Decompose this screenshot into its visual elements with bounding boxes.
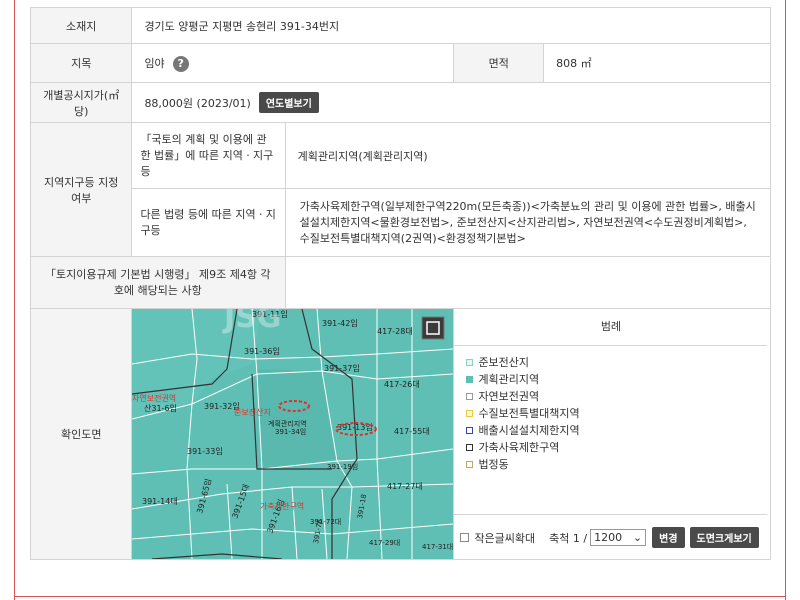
parcel-label: 391-33임 <box>187 447 223 456</box>
legend-title: 범례 <box>454 309 768 346</box>
row-official-price: 개별공시지가(㎡당) 88,000원 (2023/01) 연도별보기 <box>29 82 771 123</box>
national-law-label: 「국토의 계획 및 이용에 관한 법률」에 따른 지역ㆍ지구등 <box>131 122 286 189</box>
legend-item-label: 법정동 <box>478 458 509 471</box>
watermark: JSG <box>222 309 281 335</box>
row-enforcement: 「토지이용규제 기본법 시행령」 제9조 제4항 각 호에 해당되는 사항 <box>30 256 772 309</box>
zoom-button[interactable] <box>421 316 445 340</box>
parcel-label: 417-28대 <box>377 327 413 336</box>
legend-item-label: 준보전산지 <box>478 356 530 369</box>
enlarge-text-label: 작은글씨확대 <box>474 531 536 545</box>
row-zoning-other: 다른 법령 등에 따른 지역ㆍ지구등 가축사육제한구역(일부제한구역220m(모… <box>31 188 772 257</box>
parcel-label: 417-31대 <box>422 543 453 551</box>
legend-swatch <box>466 359 474 366</box>
other-law-value: 가축사육제한구역(일부제한구역220m(모든축종))<가축분뇨의 관리 및 이용… <box>284 188 772 257</box>
yearly-view-button[interactable]: 연도별보기 <box>258 92 319 113</box>
change-button[interactable]: 변경 <box>652 527 685 548</box>
scale-label: 축척 1 / <box>549 531 588 545</box>
legend-item-label: 자연보전권역 <box>478 390 540 403</box>
zone-label-nature-preservation: 자연보전권역 <box>132 393 176 403</box>
enlarge-text-checkbox[interactable] <box>460 533 470 542</box>
row-land-category: 지목 임야? 면적 808 ㎡ <box>29 43 771 83</box>
land-category-cell: 임야? <box>131 43 455 83</box>
legend-item-label: 수질보전특별대책지역 <box>478 407 580 420</box>
row-zoning-national: 지역지구등 지정여부 「국토의 계획 및 이용에 관한 법률」에 따른 지역ㆍ지… <box>29 122 772 257</box>
parcel-label: 417-27대 <box>387 482 423 491</box>
row-location: 소재지 경기도 양평군 지평면 송현리 391-34번지 <box>29 7 771 44</box>
legend-swatch <box>466 376 474 383</box>
row-map: 확인도면 391-11임 391-42임 417-28대 391-36임 391… <box>29 308 771 560</box>
legend-swatch <box>466 393 474 400</box>
parcel-label: 417-29대 <box>369 539 400 547</box>
scale-select-value: 1200 <box>594 531 623 544</box>
parcel-label: 391-19임 <box>327 463 358 471</box>
legend-swatch <box>466 410 474 417</box>
parcel-label: 417-55대 <box>394 427 430 436</box>
map-controls: 작은글씨확대 축척 1 / 1200 ⌄ 변경 도면크게보기 <box>454 514 768 560</box>
official-price-label: 개별공시지가(㎡당) <box>29 82 133 123</box>
zone-label-semi-forest: 준보전산지 <box>234 407 271 417</box>
frame-bottom-line <box>14 596 786 597</box>
legend-list: 준보전산지 계획관리지역 자연보전권역 수질보전특별대책지역 배출시설설치제한지… <box>454 346 767 473</box>
legend-cell: 범례 준보전산지 계획관리지역 자연보전권역 수질보전특별대책지역 배출시설설치… <box>453 308 771 560</box>
parcel-label: 391-36임 <box>244 347 280 356</box>
scale-select[interactable]: 1200 ⌄ <box>590 529 647 546</box>
legend-item: 준보전산지 <box>466 354 767 371</box>
zone-label-planning: 계획관리지역 <box>268 419 307 428</box>
legend-item: 수질보전특별대책지역 <box>466 405 767 422</box>
legend-item: 가축사육제한구역 <box>466 439 767 456</box>
national-law-value: 계획관리지역(계획관리지역) <box>284 122 772 189</box>
legend-item: 자연보전권역 <box>466 388 767 405</box>
legend-panel: 범례 준보전산지 계획관리지역 자연보전권역 수질보전특별대책지역 배출시설설치… <box>454 309 768 560</box>
zoning-label: 지역지구등 지정여부 <box>29 122 133 257</box>
other-law-label: 다른 법령 등에 따른 지역ㆍ지구등 <box>131 188 286 257</box>
land-category-value: 임야 <box>144 56 165 70</box>
enforcement-value <box>284 256 772 309</box>
legend-swatch <box>466 427 474 434</box>
question-circle-icon[interactable]: ? <box>172 55 189 72</box>
location-label: 소재지 <box>29 7 133 44</box>
parcel-label: 391-14대 <box>142 497 178 506</box>
location-value: 경기도 양평군 지평면 송현리 391-34번지 <box>131 7 771 44</box>
parcel-label: 391-37임 <box>324 364 360 373</box>
map-cell: 391-11임 391-42임 417-28대 391-36임 391-37임 … <box>131 308 455 560</box>
official-price-cell: 88,000원 (2023/01) 연도별보기 <box>131 82 771 123</box>
parcel-label: 391-34임 <box>275 428 306 436</box>
legend-item-label: 배출시설설치제한지역 <box>478 424 580 437</box>
land-category-label: 지목 <box>29 43 133 83</box>
map-label: 확인도면 <box>29 308 133 560</box>
parcel-label: 391-42임 <box>322 319 358 328</box>
chevron-down-icon: ⌄ <box>632 531 643 544</box>
parcel-label: 산31-6임 <box>144 403 177 413</box>
legend-item: 법정동 <box>466 456 767 473</box>
zone-label-livestock: 가축제한구역 <box>260 501 304 511</box>
enforcement-label: 「토지이용규제 기본법 시행령」 제9조 제4항 각 호에 해당되는 사항 <box>30 256 286 309</box>
legend-item-label: 계획관리지역 <box>478 373 540 386</box>
large-map-button[interactable]: 도면크게보기 <box>689 527 759 548</box>
legend-swatch <box>466 461 474 468</box>
legend-item: 계획관리지역 <box>466 371 767 388</box>
legend-item-label: 가축사육제한구역 <box>478 441 560 454</box>
legend-swatch <box>466 444 474 451</box>
legend-item: 배출시설설치제한지역 <box>466 422 767 439</box>
area-value: 808 ㎡ <box>543 43 771 83</box>
area-label: 면적 <box>453 43 545 83</box>
official-price-value: 88,000원 (2023/01) <box>144 97 251 110</box>
land-info-table: 소재지 경기도 양평군 지평면 송현리 391-34번지 지목 임야? 면적 8… <box>29 7 772 560</box>
cadastral-map[interactable]: 391-11임 391-42임 417-28대 391-36임 391-37임 … <box>132 309 454 559</box>
parcel-label: 417-26대 <box>384 380 420 389</box>
